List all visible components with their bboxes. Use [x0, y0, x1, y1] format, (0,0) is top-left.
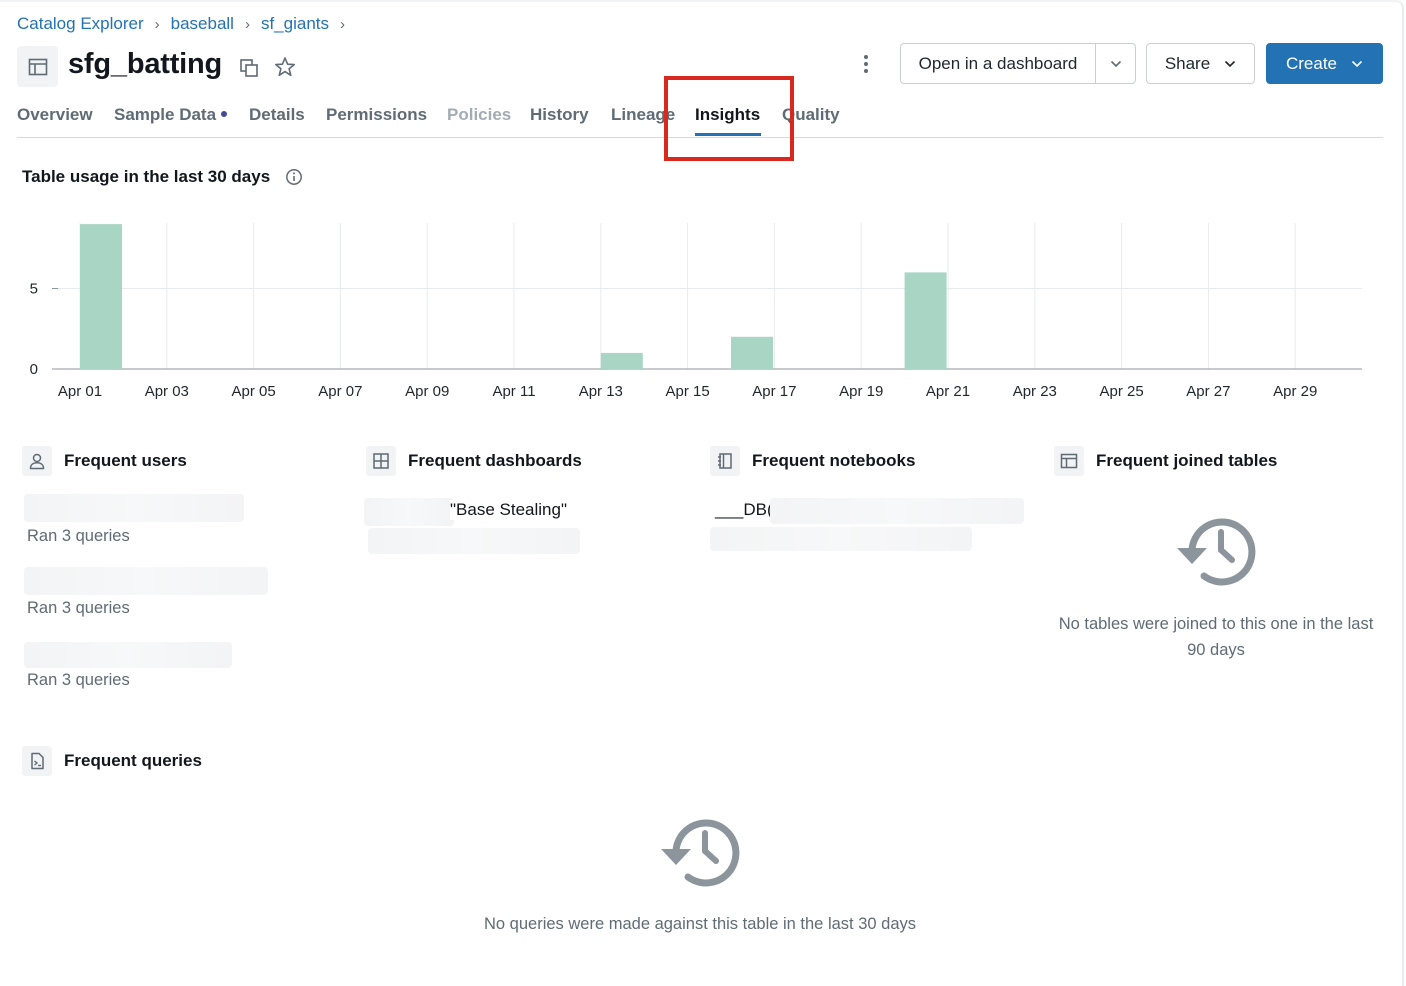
- frequent-joined-tables-header: Frequent joined tables: [1054, 446, 1277, 476]
- chart-bar[interactable]: [600, 352, 643, 369]
- chart-bar[interactable]: [80, 224, 122, 369]
- share-group: Share: [1146, 43, 1255, 84]
- query-file-icon: [22, 746, 52, 776]
- breadcrumb-baseball[interactable]: baseball: [171, 14, 234, 34]
- share-label: Share: [1164, 53, 1211, 73]
- user-query-count: Ran 3 queries: [27, 527, 130, 545]
- redacted-dashboard-prefix: [364, 498, 454, 526]
- more-options-icon[interactable]: [856, 52, 876, 76]
- frequent-users-title: Frequent users: [64, 451, 187, 470]
- breadcrumb-sf-giants[interactable]: sf_giants: [261, 14, 329, 34]
- redacted-dashboard-meta: [368, 528, 580, 554]
- open-dashboard-dropdown-button[interactable]: [1096, 43, 1136, 84]
- joined-tables-empty-message: No tables were joined to this one in the…: [1058, 615, 1374, 659]
- usage-chart-title: Table usage in the last 30 days: [22, 167, 271, 186]
- tab-overview[interactable]: Overview: [17, 105, 93, 125]
- x-tick-label: Apr 29: [1273, 383, 1317, 400]
- user-icon: [22, 446, 52, 476]
- highlight-box: [664, 76, 794, 161]
- breadcrumb: Catalog Explorer › baseball › sf_giants …: [17, 14, 356, 34]
- y-tick-label: 0: [30, 361, 38, 378]
- history-icon: [1177, 518, 1256, 586]
- dashboard-link[interactable]: "Base Stealing": [450, 500, 567, 520]
- y-tick-label: 5: [30, 281, 38, 298]
- frequent-users-header: Frequent users: [22, 446, 187, 476]
- redacted-notebook-name: [770, 498, 1024, 524]
- chart-bar[interactable]: [731, 336, 773, 369]
- table-icon: [1054, 446, 1084, 476]
- frequent-queries-header: Frequent queries: [22, 746, 202, 776]
- dashboard-icon: [366, 446, 396, 476]
- tab-sample-data-label: Sample Data: [114, 105, 217, 124]
- x-tick-label: Apr 25: [1099, 383, 1143, 400]
- chevron-down-icon: [1225, 60, 1236, 67]
- redacted-notebook-meta: [710, 527, 972, 551]
- chevron-down-icon: [1351, 60, 1363, 67]
- frequent-queries-title: Frequent queries: [64, 751, 202, 770]
- notebook-link[interactable]: ___DB(: [715, 500, 773, 520]
- history-icon: [661, 819, 740, 887]
- user-query-count: Ran 3 queries: [27, 671, 130, 689]
- redacted-user-name[interactable]: [24, 494, 244, 522]
- create-group: Create: [1266, 43, 1383, 84]
- unread-dot: [221, 110, 228, 117]
- create-label: Create: [1285, 53, 1338, 73]
- x-tick-label: Apr 19: [839, 383, 883, 400]
- x-tick-label: Apr 07: [318, 383, 362, 400]
- chevron-down-icon: [1110, 60, 1121, 67]
- breadcrumb-separator: ›: [340, 15, 345, 33]
- redacted-user-name[interactable]: [24, 567, 268, 595]
- page-title: sfg_batting: [68, 48, 223, 80]
- info-icon[interactable]: [285, 168, 303, 186]
- user-query-count: Ran 3 queries: [27, 599, 130, 617]
- x-tick-label: Apr 09: [405, 383, 449, 400]
- x-tick-label: Apr 23: [1013, 383, 1057, 400]
- frequent-joined-tables-title: Frequent joined tables: [1096, 451, 1278, 470]
- tab-policies[interactable]: Policies: [447, 105, 511, 125]
- frequent-notebooks-title: Frequent notebooks: [752, 451, 916, 470]
- chart-bar[interactable]: [904, 272, 947, 369]
- tab-details[interactable]: Details: [249, 105, 305, 125]
- breadcrumb-separator: ›: [244, 15, 250, 33]
- table-icon: [17, 46, 58, 87]
- share-button[interactable]: Share: [1146, 43, 1255, 84]
- x-tick-label: Apr 03: [145, 383, 189, 400]
- tab-permissions[interactable]: Permissions: [326, 105, 427, 125]
- usage-chart: 0 5 Apr 01 Apr 03 Apr 05 Apr 07 Apr 09 Apr 11 Ap…: [30, 223, 1362, 400]
- x-tick-label: Apr 27: [1186, 383, 1230, 400]
- redacted-user-name[interactable]: [24, 642, 232, 668]
- x-tick-label: Apr 13: [579, 383, 623, 400]
- frequent-notebooks-header: Frequent notebooks: [710, 446, 915, 476]
- star-icon[interactable]: [274, 56, 296, 78]
- breadcrumb-separator: ›: [154, 15, 160, 33]
- open-in-dashboard-button[interactable]: Open in a dashboard: [900, 43, 1096, 84]
- x-tick-label: Apr 11: [492, 383, 535, 400]
- tab-history[interactable]: History: [530, 105, 589, 125]
- frequent-dashboards-header: Frequent dashboards: [366, 446, 582, 476]
- create-button[interactable]: Create: [1266, 43, 1383, 84]
- open-dashboard-group: Open in a dashboard: [900, 43, 1136, 84]
- x-tick-label: Apr 21: [926, 383, 970, 400]
- x-tick-label: Apr 15: [665, 383, 709, 400]
- queries-empty-message: No queries were made against this table …: [484, 915, 916, 933]
- tab-sample-data[interactable]: Sample Data: [114, 105, 228, 125]
- breadcrumb-catalog-explorer[interactable]: Catalog Explorer: [17, 14, 144, 34]
- notebook-icon: [710, 446, 740, 476]
- x-tick-label: Apr 01: [58, 383, 102, 400]
- copy-icon[interactable]: [238, 57, 260, 79]
- frequent-dashboards-title: Frequent dashboards: [408, 451, 582, 470]
- x-tick-label: Apr 17: [752, 383, 796, 400]
- x-tick-label: Apr 05: [231, 383, 275, 400]
